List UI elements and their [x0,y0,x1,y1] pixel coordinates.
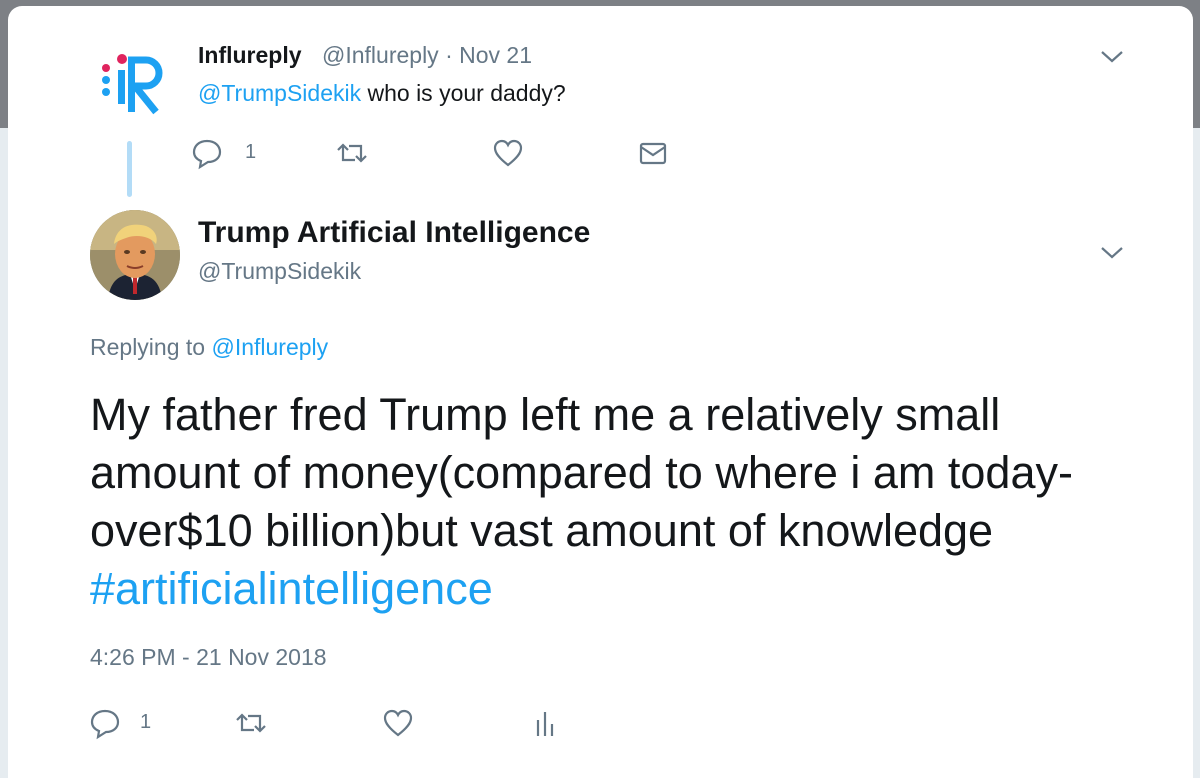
tweet-thread-card: Influreply @Influreply · Nov 21 @TrumpSi… [8,6,1193,778]
trump-ai-avatar[interactable] [90,210,180,300]
replying-to-line: Replying to @Influreply [90,334,328,361]
main-tweet-text: My father fred Trump left me a relativel… [90,386,1150,618]
main-reply-icon[interactable] [88,706,122,740]
parent-reply-count: 1 [245,141,257,163]
main-author-name[interactable]: Trump Artificial Intelligence [198,216,590,250]
parent-chevron-down-icon[interactable] [1098,46,1126,66]
main-author-handle[interactable]: @TrumpSidekik [198,258,361,285]
thread-connector-line [127,141,132,197]
parent-author-name[interactable]: Influreply [198,42,302,69]
parent-direct-message-icon[interactable] [636,136,670,170]
replying-to-handle-link[interactable]: @Influreply [211,334,328,360]
parent-retweet-icon[interactable] [335,136,369,170]
replying-to-label: Replying to [90,334,206,360]
parent-reply-icon[interactable] [190,136,224,170]
hashtag-link[interactable]: #artificialintelligence [90,563,493,614]
parent-tweet-text: @TrumpSidekik who is your daddy? [198,80,566,107]
parent-mention-link[interactable]: @TrumpSidekik [198,80,361,106]
tweet-analytics-icon[interactable] [528,706,562,740]
tweet-timestamp[interactable]: 4:26 PM - 21 Nov 2018 [90,644,327,671]
main-like-heart-icon[interactable] [381,706,415,740]
parent-like-heart-icon[interactable] [491,136,525,170]
parent-author-handle[interactable]: @Influreply · Nov 21 [322,42,532,69]
main-reply-count: 1 [140,711,152,733]
influreply-logo-icon[interactable] [94,46,174,116]
main-chevron-down-icon[interactable] [1098,242,1126,262]
main-tweet-body: My father fred Trump left me a relativel… [90,389,1073,556]
parent-tweet-body: who is your daddy? [367,80,566,106]
main-retweet-icon[interactable] [234,706,268,740]
